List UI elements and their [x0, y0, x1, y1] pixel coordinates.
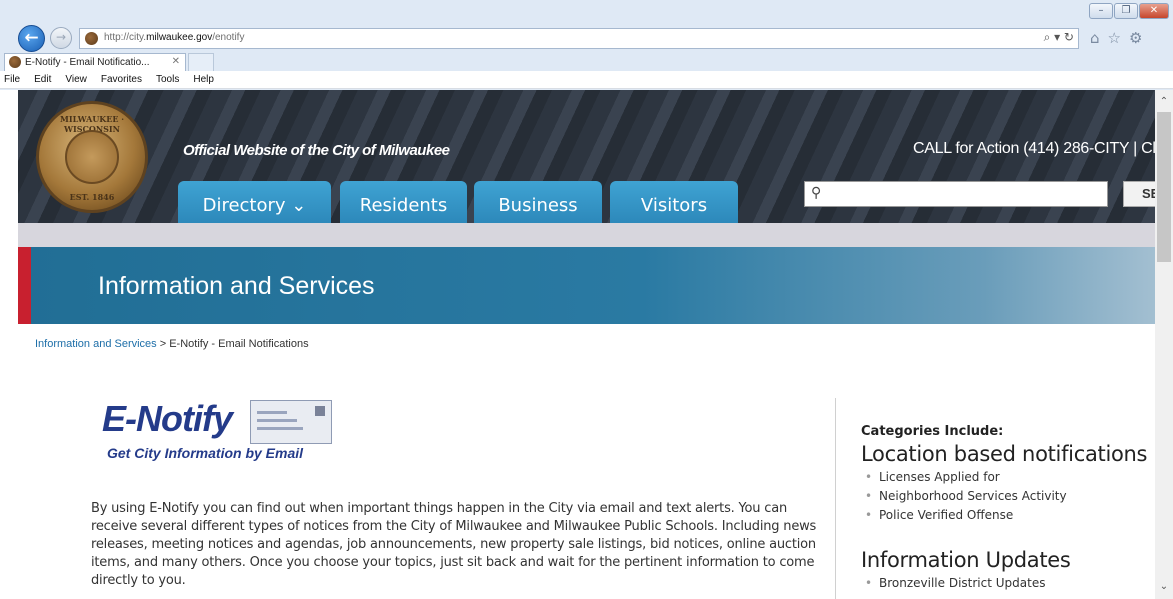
section-banner: Information and Services — [18, 247, 1155, 324]
tab-close-icon[interactable]: ✕ — [172, 56, 180, 67]
search-icon: ⚲ — [811, 185, 822, 201]
site-header: MILWAUKEE · WISCONSIN EST. 1846 Official… — [18, 90, 1155, 223]
address-bar[interactable]: http://city.milwaukee.gov/enotify ⌕ ▾ ↻ — [79, 28, 1079, 49]
scrollbar-thumb[interactable] — [1157, 112, 1171, 262]
browser-toolbar-icons: ⌂ ☆ ⚙ — [1090, 29, 1142, 47]
page-scrollbar[interactable]: ⌃ ⌄ — [1155, 90, 1173, 599]
breadcrumb: Information and Services > E-Notify - Em… — [35, 338, 309, 350]
close-icon[interactable]: ✕ — [1139, 3, 1169, 19]
breadcrumb-parent-link[interactable]: Information and Services — [35, 338, 157, 350]
menu-help[interactable]: Help — [193, 71, 214, 88]
location-notifications-heading: Location based notifications — [861, 442, 1148, 466]
search-refresh-icon[interactable]: ⌕ ▾ ↻ — [1044, 30, 1074, 45]
intro-paragraph: By using E-Notify you can find out when … — [91, 501, 817, 588]
site-search-input[interactable]: ⚲ — [804, 181, 1108, 207]
menu-bar: File Edit View Favorites Tools Help — [0, 71, 1173, 89]
list-item[interactable]: Bronzeville District Updates — [861, 574, 1156, 593]
menu-edit[interactable]: Edit — [34, 71, 51, 88]
forward-arrow-icon[interactable]: → — [50, 27, 72, 49]
back-arrow-icon[interactable]: ← — [18, 25, 45, 52]
window-controls: – ❐ ✕ — [1089, 3, 1169, 19]
scroll-up-icon[interactable]: ⌃ — [1157, 96, 1171, 110]
nav-tab-visitors[interactable]: Visitors — [610, 181, 738, 223]
enotify-logo: E-Notify Get City Information by Email — [100, 398, 335, 468]
banner-title: Information and Services — [98, 272, 375, 300]
search-button[interactable]: SE — [1123, 181, 1155, 207]
new-tab-button[interactable] — [188, 53, 214, 71]
menu-view[interactable]: View — [65, 71, 87, 88]
restore-icon[interactable]: ❐ — [1114, 3, 1138, 19]
location-notifications-list: Licenses Applied for Neighborhood Servic… — [861, 468, 1156, 525]
browser-tab[interactable]: E-Notify - Email Notificatio... ✕ — [4, 53, 186, 71]
enotify-tagline: Get City Information by Email — [107, 445, 304, 461]
stamp-icon — [315, 406, 325, 416]
column-divider — [835, 398, 836, 599]
envelope-icon — [250, 400, 332, 444]
tab-title: E-Notify - Email Notificatio... — [25, 57, 150, 68]
nav-tab-residents[interactable]: Residents — [340, 181, 467, 223]
categories-sidebar: Categories Include: Location based notif… — [861, 420, 1156, 593]
url-text[interactable]: http://city.milwaukee.gov/enotify — [104, 32, 244, 43]
categories-label: Categories Include: — [861, 424, 1004, 439]
minimize-icon[interactable]: – — [1089, 3, 1113, 19]
chevron-down-icon: ⌄ — [291, 195, 307, 216]
nav-tab-business[interactable]: Business — [474, 181, 602, 223]
header-divider-strip — [18, 223, 1155, 247]
nav-tab-label: Directory — [202, 195, 286, 216]
list-item[interactable]: Neighborhood Services Activity — [861, 487, 1156, 506]
information-updates-heading: Information Updates — [861, 548, 1071, 572]
nav-tab-directory[interactable]: Directory ⌄ — [178, 181, 331, 223]
menu-tools[interactable]: Tools — [156, 71, 179, 88]
favorites-star-icon[interactable]: ☆ — [1108, 29, 1121, 47]
tab-strip: E-Notify - Email Notificatio... ✕ — [0, 52, 1173, 71]
information-updates-list: Bronzeville District Updates — [861, 574, 1156, 593]
banner-accent-bar — [18, 247, 31, 324]
city-seal-logo[interactable]: MILWAUKEE · WISCONSIN EST. 1846 — [36, 101, 148, 213]
breadcrumb-separator: > — [156, 338, 170, 350]
tab-favicon-icon — [9, 56, 21, 68]
call-for-action-link[interactable]: CALL for Action (414) 286-CITY | Click f — [913, 140, 1155, 158]
list-item[interactable]: Licenses Applied for — [861, 468, 1156, 487]
list-item[interactable]: Police Verified Offense — [861, 506, 1156, 525]
browser-chrome: – ❐ ✕ ← → http://city.milwaukee.gov/enot… — [0, 0, 1173, 90]
site-favicon-icon — [85, 32, 98, 45]
settings-gear-icon[interactable]: ⚙ — [1129, 29, 1142, 47]
official-site-tagline: Official Website of the City of Milwauke… — [183, 142, 450, 159]
breadcrumb-current: E-Notify - Email Notifications — [169, 338, 309, 350]
navigation-row: ← → http://city.milwaukee.gov/enotify ⌕ … — [0, 24, 1173, 52]
home-icon[interactable]: ⌂ — [1090, 29, 1100, 47]
menu-file[interactable]: File — [4, 71, 20, 88]
seal-bottom-text: EST. 1846 — [69, 192, 115, 202]
scroll-down-icon[interactable]: ⌄ — [1157, 581, 1171, 595]
enotify-wordmark: E-Notify — [102, 398, 233, 439]
menu-favorites[interactable]: Favorites — [101, 71, 142, 88]
seal-building-icon — [65, 130, 119, 184]
